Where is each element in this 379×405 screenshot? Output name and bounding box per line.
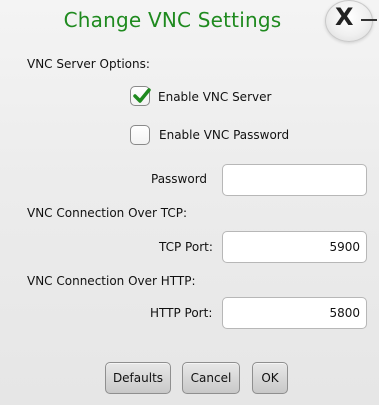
dialog-title: Change VNC Settings xyxy=(63,8,282,32)
checkmark-icon xyxy=(133,88,151,103)
http-port-field[interactable]: HTTP Port: 5800 xyxy=(150,297,367,329)
close-icon: X xyxy=(335,3,354,31)
ok-button[interactable]: OK xyxy=(252,362,288,394)
enable-vnc-server-label: Enable VNC Server xyxy=(158,90,272,104)
defaults-button[interactable]: Defaults xyxy=(105,362,171,394)
close-button[interactable]: X xyxy=(325,0,377,42)
enable-vnc-password-label: Enable VNC Password xyxy=(159,128,290,142)
password-input[interactable] xyxy=(222,164,367,196)
vnc-tcp-heading: VNC Connection Over TCP: xyxy=(27,206,188,220)
minimize-icon xyxy=(361,19,377,21)
password-label: Password xyxy=(151,172,208,186)
http-port-value: 5800 xyxy=(329,306,360,320)
tcp-port-label: TCP Port: xyxy=(159,240,213,254)
cancel-button[interactable]: Cancel xyxy=(182,362,240,394)
vnc-settings-dialog: Change VNC Settings X VNC Server Options… xyxy=(0,0,379,405)
tcp-port-value: 5900 xyxy=(329,240,360,254)
vnc-server-options-heading: VNC Server Options: xyxy=(27,57,150,71)
enable-vnc-server-checkbox[interactable] xyxy=(130,86,151,106)
tcp-port-field[interactable]: TCP Port: 5900 xyxy=(159,231,367,263)
enable-vnc-password-checkbox[interactable] xyxy=(130,125,150,145)
http-port-label: HTTP Port: xyxy=(150,306,213,320)
vnc-http-heading: VNC Connection Over HTTP: xyxy=(27,274,196,288)
